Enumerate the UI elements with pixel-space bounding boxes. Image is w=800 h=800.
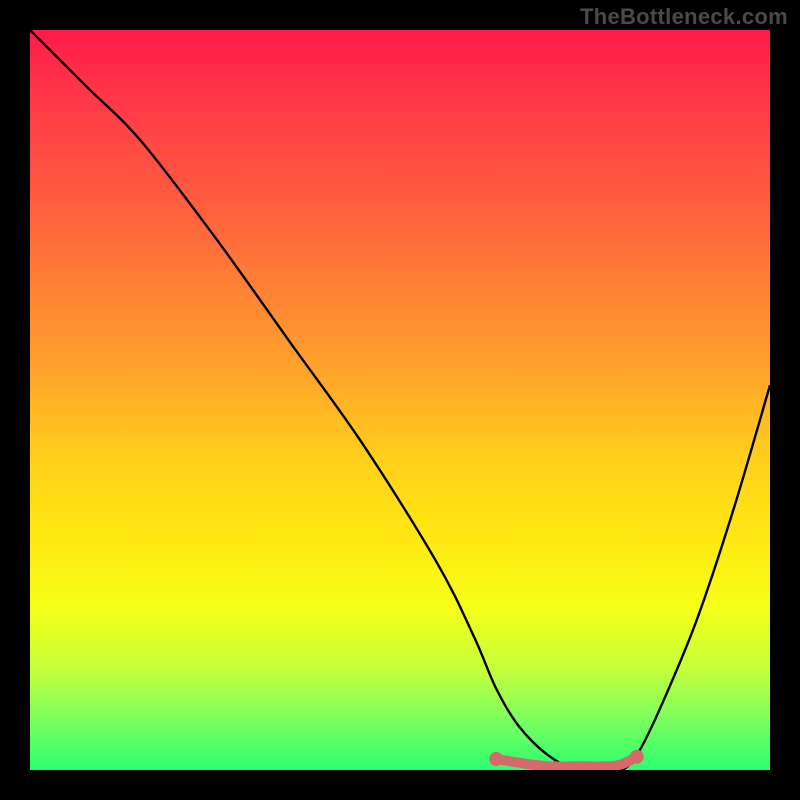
valley-highlight-start-dot [489,752,503,766]
valley-highlight-line [496,757,637,767]
valley-highlight-end-dot [630,750,644,764]
watermark-text: TheBottleneck.com [580,4,788,30]
chart-frame: TheBottleneck.com [0,0,800,800]
chart-svg [30,30,770,770]
bottleneck-curve-line [30,30,770,770]
